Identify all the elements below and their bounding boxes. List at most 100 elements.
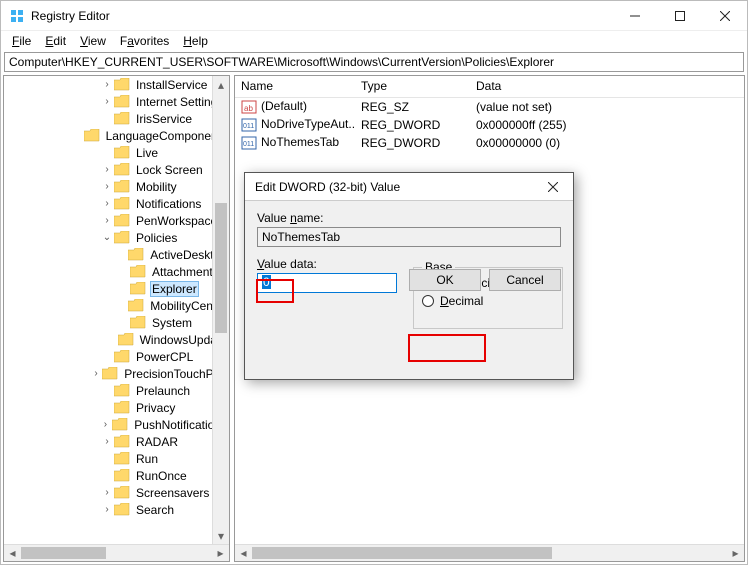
tree-item[interactable]: ›Notifications xyxy=(4,195,229,212)
cancel-button[interactable]: Cancel xyxy=(489,269,561,291)
folder-icon xyxy=(114,146,130,159)
tree-item[interactable]: › Screensavers xyxy=(4,484,229,501)
folder-icon xyxy=(114,180,130,193)
list-body[interactable]: ab(Default)REG_SZ(value not set)011NoDri… xyxy=(235,98,744,152)
menu-favorites[interactable]: Favorites xyxy=(113,33,176,49)
list-row[interactable]: 011NoDriveTypeAut...REG_DWORD0x000000ff … xyxy=(235,116,744,134)
tree-item[interactable]: WindowsUpdate xyxy=(4,331,229,348)
close-button[interactable] xyxy=(702,1,747,31)
decimal-radio[interactable]: Decimal xyxy=(422,292,554,310)
window-title: Registry Editor xyxy=(31,9,612,23)
value-name-label: Value name: xyxy=(257,211,561,225)
tree-item[interactable]: Privacy xyxy=(4,399,229,416)
folder-icon xyxy=(128,248,144,261)
tree-item-label: Prelaunch xyxy=(134,384,192,398)
value-name: NoThemesTab xyxy=(261,135,339,149)
tree-item[interactable]: LanguageComponents xyxy=(4,127,229,144)
scroll-up-icon[interactable]: ▴ xyxy=(213,76,229,93)
list-row[interactable]: ab(Default)REG_SZ(value not set) xyxy=(235,98,744,116)
dialog-close-button[interactable] xyxy=(533,173,573,201)
folder-icon xyxy=(114,214,130,227)
tree-item[interactable]: Attachments xyxy=(4,263,229,280)
value-name-field: NoThemesTab xyxy=(257,227,561,247)
tree-item[interactable]: ›Mobility xyxy=(4,178,229,195)
tree-item[interactable]: Live xyxy=(4,144,229,161)
column-header-name[interactable]: Name xyxy=(235,76,355,97)
scroll-left-icon[interactable]: ◂ xyxy=(4,545,21,561)
tree-item[interactable]: System xyxy=(4,314,229,331)
minimize-button[interactable] xyxy=(612,1,657,31)
tree-item[interactable]: ›Search xyxy=(4,501,229,518)
tree-item[interactable]: ›Lock Screen xyxy=(4,161,229,178)
scroll-down-icon[interactable]: ▾ xyxy=(213,527,229,544)
tree-item[interactable]: ⌄ Policies xyxy=(4,229,229,246)
tree-item[interactable]: ›PrecisionTouchPad xyxy=(4,365,229,382)
chevron-right-icon[interactable]: › xyxy=(99,419,113,430)
folder-icon xyxy=(114,350,130,363)
tree-item-label: Privacy xyxy=(134,401,177,415)
tree-item[interactable]: ›RADAR xyxy=(4,433,229,450)
menu-file[interactable]: File xyxy=(5,33,38,49)
tree-item[interactable]: ›InstallService xyxy=(4,76,229,93)
tree-item-label: Explorer xyxy=(150,281,199,297)
tree-item[interactable]: IrisService xyxy=(4,110,229,127)
value-data-input[interactable]: 0 xyxy=(257,273,397,293)
tree-view[interactable]: ›InstallService›Internet SettingsIrisSer… xyxy=(4,76,229,544)
tree-item-label: Live xyxy=(134,146,160,160)
column-header-data[interactable]: Data xyxy=(470,76,730,97)
value-name: NoDriveTypeAut... xyxy=(261,117,355,131)
menu-edit[interactable]: Edit xyxy=(38,33,73,49)
scroll-thumb[interactable] xyxy=(21,547,106,559)
scroll-right-icon[interactable]: ▸ xyxy=(727,545,744,561)
tree-item[interactable]: RunOnce xyxy=(4,467,229,484)
chevron-right-icon[interactable]: › xyxy=(100,164,114,175)
chevron-right-icon[interactable]: › xyxy=(100,436,114,447)
tree-item-label: Screensavers xyxy=(134,486,211,500)
dialog-title: Edit DWORD (32-bit) Value xyxy=(255,180,533,194)
chevron-right-icon[interactable]: › xyxy=(100,487,114,498)
menu-view[interactable]: View xyxy=(73,33,113,49)
chevron-right-icon[interactable]: › xyxy=(100,79,114,90)
tree-item[interactable]: Prelaunch xyxy=(4,382,229,399)
folder-icon xyxy=(114,486,130,499)
chevron-right-icon[interactable]: › xyxy=(90,368,103,379)
folder-icon xyxy=(130,265,146,278)
column-header-type[interactable]: Type xyxy=(355,76,470,97)
folder-icon xyxy=(114,469,130,482)
list-row[interactable]: 011NoThemesTabREG_DWORD0x00000000 (0) xyxy=(235,134,744,152)
tree-item[interactable]: Explorer xyxy=(4,280,229,297)
tree-item[interactable]: ActiveDesktop xyxy=(4,246,229,263)
chevron-right-icon[interactable]: › xyxy=(100,215,114,226)
scroll-right-icon[interactable]: ▸ xyxy=(212,545,229,561)
scroll-thumb[interactable] xyxy=(215,203,227,333)
scroll-left-icon[interactable]: ◂ xyxy=(235,545,252,561)
chevron-right-icon[interactable]: › xyxy=(100,181,114,192)
folder-icon xyxy=(128,299,144,312)
chevron-right-icon[interactable]: › xyxy=(100,504,114,515)
tree-item[interactable]: ›PushNotifications xyxy=(4,416,229,433)
folder-icon xyxy=(114,401,130,414)
tree-item[interactable]: MobilityCenter xyxy=(4,297,229,314)
ok-button[interactable]: OK xyxy=(409,269,481,291)
scroll-thumb[interactable] xyxy=(252,547,552,559)
tree-vscroll[interactable]: ▴ ▾ xyxy=(212,76,229,544)
tree-item[interactable]: ›Internet Settings xyxy=(4,93,229,110)
chevron-down-icon[interactable]: ⌄ xyxy=(100,232,114,243)
tree-item[interactable]: PowerCPL xyxy=(4,348,229,365)
address-input[interactable]: Computer\HKEY_CURRENT_USER\SOFTWARE\Micr… xyxy=(4,52,744,72)
folder-icon xyxy=(114,112,130,125)
folder-icon xyxy=(114,231,130,244)
address-row: Computer\HKEY_CURRENT_USER\SOFTWARE\Micr… xyxy=(1,51,747,73)
menu-help[interactable]: Help xyxy=(176,33,215,49)
tree-hscroll[interactable]: ◂ ▸ xyxy=(4,544,229,561)
chevron-right-icon[interactable]: › xyxy=(100,198,114,209)
tree-item[interactable]: Run xyxy=(4,450,229,467)
dialog-buttons: OK Cancel xyxy=(409,269,561,291)
dword-value-icon: 011 xyxy=(241,135,257,151)
tree-item-label: PowerCPL xyxy=(134,350,195,364)
maximize-button[interactable] xyxy=(657,1,702,31)
list-hscroll[interactable]: ◂ ▸ xyxy=(235,544,744,561)
tree-item-label: Policies xyxy=(134,231,179,245)
chevron-right-icon[interactable]: › xyxy=(100,96,114,107)
tree-item[interactable]: ›PenWorkspace xyxy=(4,212,229,229)
